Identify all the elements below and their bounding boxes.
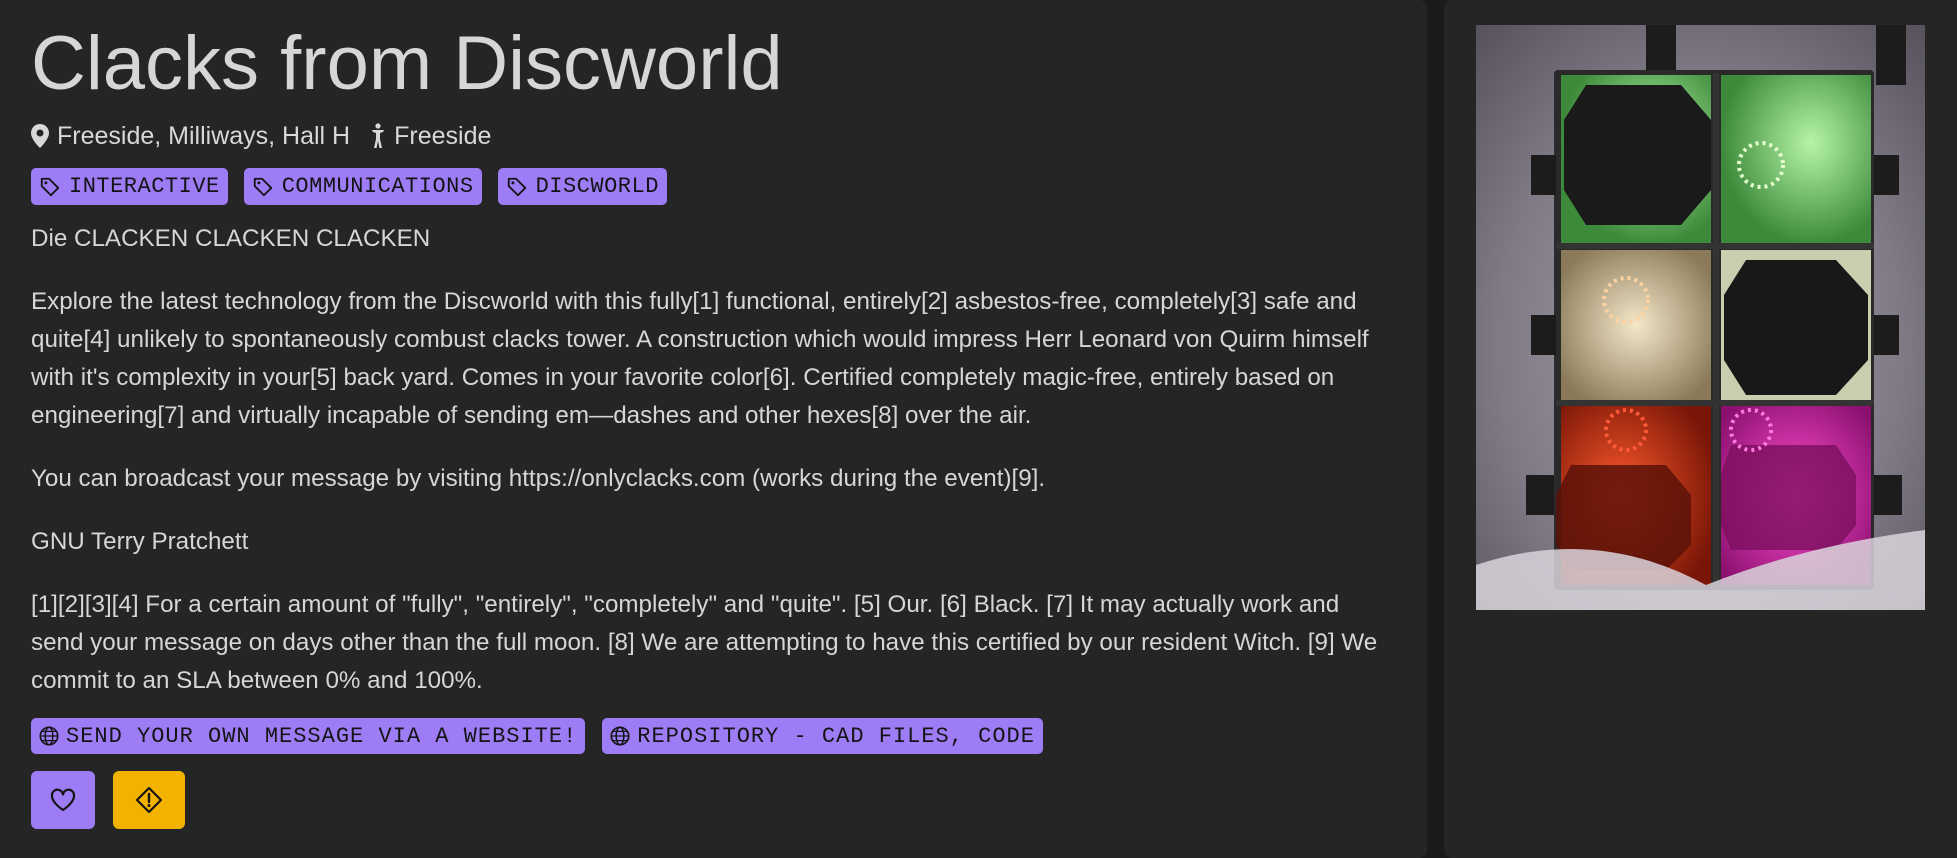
report-button[interactable] xyxy=(113,771,185,829)
location-text: Freeside, Milliways, Hall H xyxy=(57,121,351,150)
link-label: SEND YOUR OWN MESSAGE VIA A WEBSITE! xyxy=(66,723,578,749)
globe-icon xyxy=(610,726,630,746)
person-icon xyxy=(370,123,386,149)
media-panel xyxy=(1444,0,1957,858)
tag-label: INTERACTIVE xyxy=(69,174,220,199)
action-row xyxy=(31,771,1396,829)
tag-list: INTERACTIVE COMMUNICATIONS DISCWORLD xyxy=(31,168,1396,205)
warning-diamond-icon xyxy=(135,786,163,814)
tag-label: COMMUNICATIONS xyxy=(281,174,474,199)
project-description: Explore the latest technology from the D… xyxy=(31,288,1369,429)
project-subtitle: Die CLACKEN CLACKEN CLACKEN xyxy=(31,225,431,252)
footnotes-text: [1][2][3][4] For a certain amount of "fu… xyxy=(31,591,1378,694)
tag-discworld[interactable]: DISCWORLD xyxy=(497,168,667,205)
website-link[interactable]: SEND YOUR OWN MESSAGE VIA A WEBSITE! xyxy=(31,718,586,754)
project-photo xyxy=(1476,25,1925,610)
project-title: Clacks from Discworld xyxy=(31,21,783,106)
author-text: GNU Terry Pratchett xyxy=(31,528,249,555)
project-card: Clacks from Discworld Freeside, Milliway… xyxy=(0,0,1427,858)
tag-icon xyxy=(253,177,272,196)
tag-communications[interactable]: COMMUNICATIONS xyxy=(243,168,482,205)
tag-icon xyxy=(507,177,526,196)
tag-interactive[interactable]: INTERACTIVE xyxy=(31,168,228,205)
tag-icon xyxy=(40,177,60,196)
area-text: Freeside xyxy=(394,121,492,150)
map-pin-icon xyxy=(31,124,49,148)
link-label: REPOSITORY - CAD FILES, CODE xyxy=(637,723,1035,749)
broadcast-text: You can broadcast your message by visiti… xyxy=(31,465,1046,492)
repository-link[interactable]: REPOSITORY - CAD FILES, CODE xyxy=(602,718,1043,754)
tag-label: DISCWORLD xyxy=(535,174,659,199)
link-list: SEND YOUR OWN MESSAGE VIA A WEBSITE! REP… xyxy=(31,718,1396,754)
heart-icon xyxy=(50,788,76,812)
globe-icon xyxy=(39,726,59,746)
favorite-button[interactable] xyxy=(31,771,95,829)
location-row: Freeside, Milliways, Hall H Freeside xyxy=(31,120,1396,152)
